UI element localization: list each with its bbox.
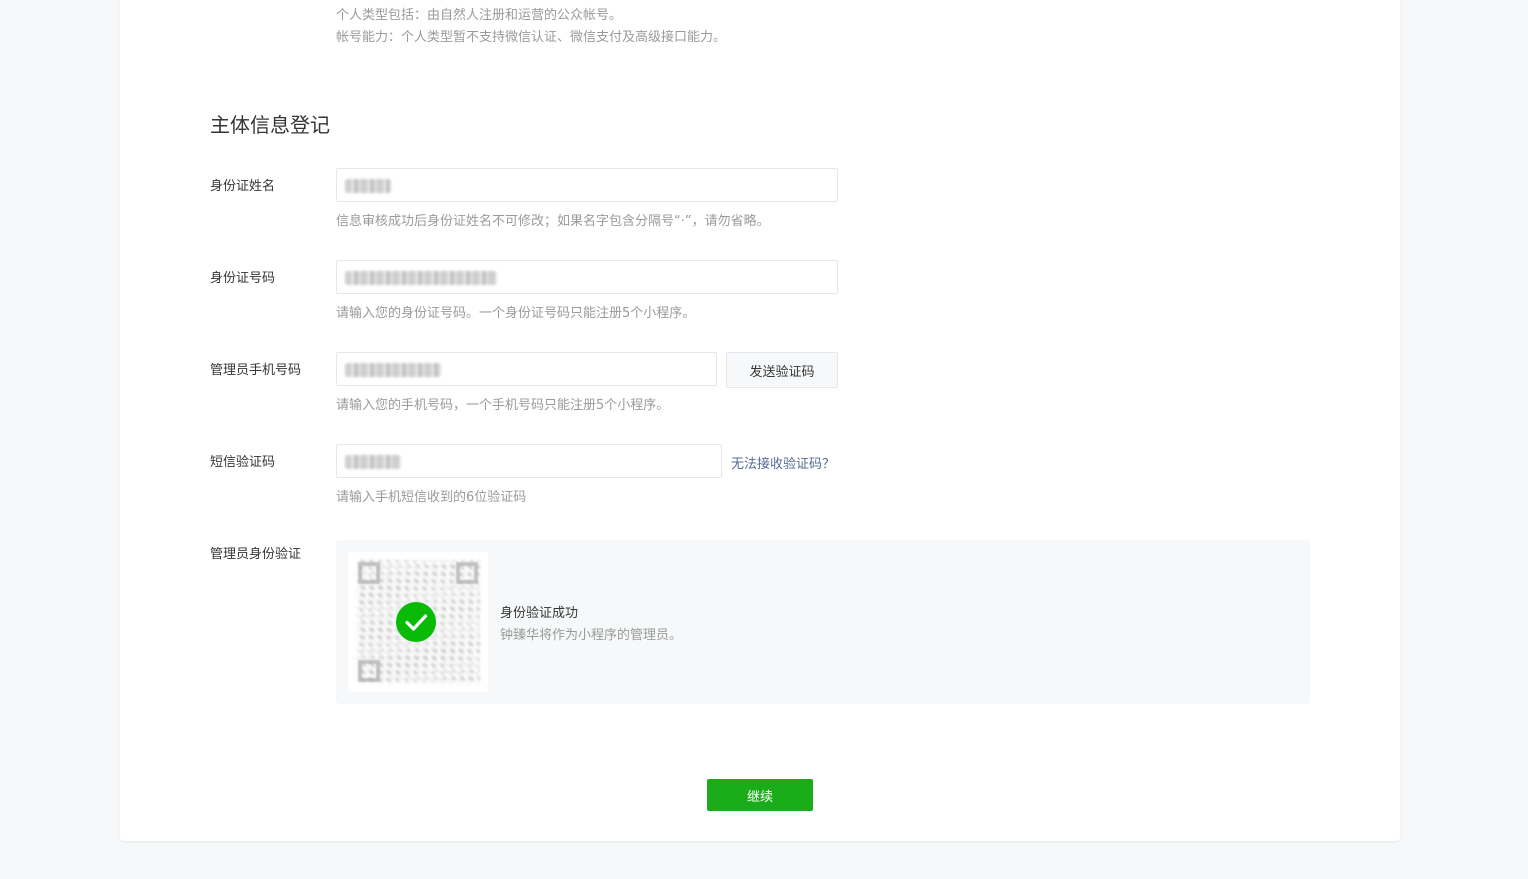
cannot-receive-code-link[interactable]: 无法接收验证码？ [731, 453, 835, 472]
id-name-input[interactable] [336, 168, 838, 202]
qr-code [348, 552, 488, 692]
continue-button[interactable]: 继续 [707, 779, 813, 811]
admin-verify-panel: 身份验证成功 钟臻华将作为小程序的管理员。 [336, 540, 1310, 704]
success-check-icon [396, 602, 436, 642]
admin-verify-label: 管理员身份验证 [210, 547, 302, 562]
id-name-value-masked [345, 179, 391, 193]
qr-finder-bottom-left [358, 660, 380, 682]
sms-code-value-masked [345, 455, 401, 469]
id-name-label: 身份证姓名 [210, 179, 276, 194]
phone-input[interactable] [336, 352, 717, 386]
id-number-hint: 请输入您的身份证号码。一个身份证号码只能注册5个小程序。 [336, 306, 696, 321]
verify-status-desc: 钟臻华将作为小程序的管理员。 [500, 628, 683, 643]
id-number-value-masked [345, 271, 497, 285]
intro-line-capability: 帐号能力：个人类型暂不支持微信认证、微信支付及高级接口能力。 [336, 30, 727, 45]
id-number-input[interactable] [336, 260, 838, 294]
intro-line-type: 个人类型包括：由自然人注册和运营的公众帐号。 [336, 8, 623, 23]
phone-label: 管理员手机号码 [210, 363, 302, 378]
qr-finder-top-right [456, 562, 478, 584]
verify-status-title: 身份验证成功 [500, 606, 579, 621]
sms-code-label: 短信验证码 [210, 455, 276, 470]
id-name-hint: 信息审核成功后身份证姓名不可修改；如果名字包含分隔号“·”，请勿省略。 [336, 214, 770, 229]
section-title: 主体信息登记 [210, 113, 330, 137]
qr-finder-top-left [358, 562, 380, 584]
sms-code-input[interactable] [336, 444, 722, 478]
id-number-label: 身份证号码 [210, 271, 276, 286]
send-code-button[interactable]: 发送验证码 [726, 352, 838, 388]
registration-card: 个人类型包括：由自然人注册和运营的公众帐号。 帐号能力：个人类型暂不支持微信认证… [120, 0, 1400, 841]
phone-hint: 请输入您的手机号码，一个手机号码只能注册5个小程序。 [336, 398, 670, 413]
phone-value-masked [345, 363, 441, 377]
sms-code-hint: 请输入手机短信收到的6位验证码 [336, 490, 527, 505]
